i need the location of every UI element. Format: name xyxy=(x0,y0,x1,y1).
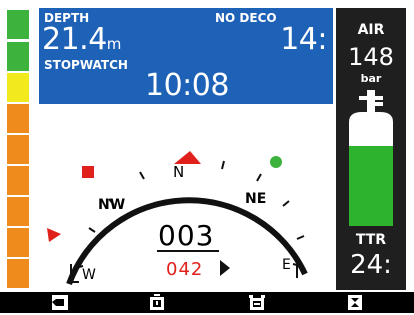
compass-label-w: W xyxy=(82,267,96,283)
ttr-label: TTR xyxy=(355,232,387,248)
compass-label-ne: NE xyxy=(245,191,267,207)
air-label: AIR xyxy=(357,22,385,38)
level-segment xyxy=(7,228,29,257)
level-segment xyxy=(7,259,29,288)
air-unit: bar xyxy=(360,72,382,85)
bearing-square-icon xyxy=(82,166,94,178)
stopwatch-value: 10:08 xyxy=(145,68,229,103)
stopwatch-icon[interactable] xyxy=(148,294,166,311)
air-tank-icon xyxy=(349,90,393,226)
heading-value: 003 xyxy=(158,219,215,252)
compass-label-nw: NW xyxy=(98,197,126,213)
tank-fill xyxy=(349,146,393,226)
level-segment xyxy=(7,42,29,71)
level-segment xyxy=(7,10,29,39)
depth-number: 21.4 xyxy=(42,22,107,57)
level-segment xyxy=(7,166,29,195)
compass-label-e: E xyxy=(282,257,291,273)
air-panel: AIR 148 bar TTR 24: xyxy=(336,8,406,290)
hourglass-icon[interactable] xyxy=(346,294,364,311)
stopwatch-label: STOPWATCH xyxy=(44,58,128,72)
turn-right-arrow-icon xyxy=(220,260,230,276)
air-value: 148 xyxy=(348,43,394,71)
ttr-value: 24: xyxy=(350,250,392,280)
waypoint-icon xyxy=(270,156,282,168)
level-segment xyxy=(7,135,29,164)
alarm-clock-icon[interactable] xyxy=(248,294,266,311)
back-icon[interactable] xyxy=(51,294,69,311)
depth-unit: m xyxy=(106,35,122,53)
dive-info-panel: DEPTH 21.4m NO DECO 14: STOPWATCH 10:08 xyxy=(39,8,333,104)
depth-value: 21.4m xyxy=(42,22,121,57)
level-segment xyxy=(7,73,29,102)
no-deco-label: NO DECO xyxy=(215,11,277,25)
bearing-value: 042 xyxy=(166,259,204,280)
bottom-button-bar xyxy=(0,292,414,313)
level-segment xyxy=(7,104,29,133)
no-deco-value: 14: xyxy=(280,22,327,57)
level-segment xyxy=(7,197,29,226)
bearing-pointer-icon xyxy=(47,228,61,242)
compass-label-n: N xyxy=(173,163,185,181)
